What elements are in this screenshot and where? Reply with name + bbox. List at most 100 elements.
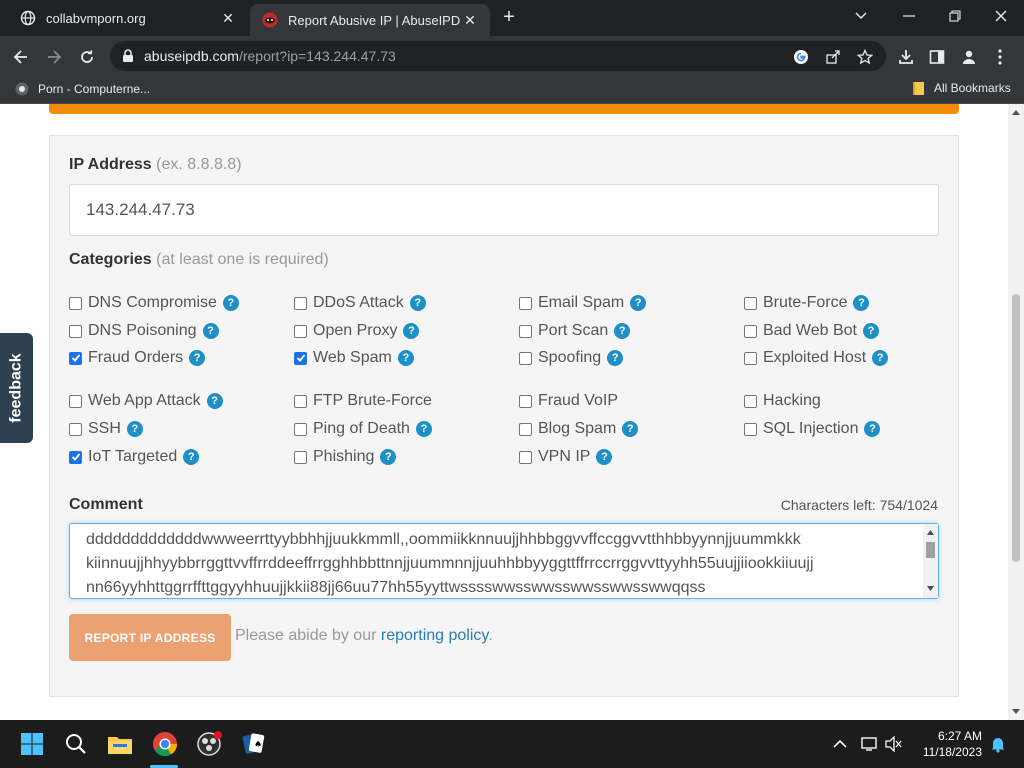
help-icon[interactable]: ? xyxy=(403,323,420,339)
checkbox[interactable] xyxy=(744,394,757,408)
volume-muted-icon[interactable] xyxy=(880,730,908,758)
help-icon[interactable]: ? xyxy=(864,421,881,437)
chevron-up-icon[interactable] xyxy=(826,730,854,758)
help-icon[interactable]: ? xyxy=(596,449,613,465)
category-option[interactable]: FTP Brute-Force xyxy=(294,392,432,410)
checkbox[interactable] xyxy=(519,394,532,408)
checkbox[interactable] xyxy=(69,422,82,436)
help-icon[interactable]: ? xyxy=(872,350,889,366)
bookmark-item[interactable]: Porn - Computerne... xyxy=(14,81,150,97)
checkbox[interactable] xyxy=(69,296,82,310)
menu-dots-icon[interactable] xyxy=(989,46,1011,68)
reporting-policy-link[interactable]: reporting policy xyxy=(381,627,488,644)
page-scrollbar[interactable] xyxy=(1008,104,1024,720)
new-tab-icon[interactable]: + xyxy=(498,7,520,29)
back-icon[interactable] xyxy=(8,44,34,70)
feedback-tab[interactable]: feedback xyxy=(0,333,33,443)
category-option[interactable]: Bad Web Bot? xyxy=(744,322,879,340)
category-option[interactable]: Exploited Host? xyxy=(744,349,889,367)
help-icon[interactable]: ? xyxy=(202,323,219,339)
help-icon[interactable]: ? xyxy=(607,350,624,366)
checkbox[interactable] xyxy=(294,324,307,338)
help-icon[interactable]: ? xyxy=(614,323,631,339)
help-icon[interactable]: ? xyxy=(189,350,206,366)
checkbox[interactable] xyxy=(744,351,757,365)
forward-icon[interactable] xyxy=(41,44,67,70)
category-option[interactable]: SSH? xyxy=(69,420,143,438)
help-icon[interactable]: ? xyxy=(862,323,879,339)
category-option[interactable]: DDoS Attack? xyxy=(294,294,426,312)
checkbox[interactable] xyxy=(519,422,532,436)
category-option[interactable]: Open Proxy? xyxy=(294,322,420,340)
checkbox[interactable] xyxy=(519,351,532,365)
checkbox[interactable] xyxy=(519,450,532,464)
category-option[interactable]: Fraud VoIP xyxy=(519,392,618,410)
taskbar-clock[interactable]: 6:27 AM 11/18/2023 xyxy=(923,728,982,760)
category-option[interactable]: IoT Targeted? xyxy=(69,448,200,466)
checkbox[interactable] xyxy=(69,394,82,408)
category-option[interactable]: SQL Injection? xyxy=(744,420,881,438)
reload-icon[interactable] xyxy=(74,44,100,70)
category-option[interactable]: Web Spam? xyxy=(294,349,414,367)
checkbox[interactable] xyxy=(294,450,307,464)
checkbox-checked[interactable] xyxy=(294,351,307,365)
download-icon[interactable] xyxy=(895,46,917,68)
all-bookmarks-button[interactable]: All Bookmarks xyxy=(912,81,1011,95)
help-icon[interactable]: ? xyxy=(853,295,870,311)
category-option[interactable]: Ping of Death? xyxy=(294,420,432,438)
file-explorer-icon[interactable] xyxy=(106,730,134,758)
restore-icon[interactable] xyxy=(932,0,978,32)
help-icon[interactable]: ? xyxy=(415,421,432,437)
category-option[interactable]: DNS Poisoning? xyxy=(69,322,219,340)
page-scrollbar-thumb[interactable] xyxy=(1012,294,1020,562)
help-icon[interactable]: ? xyxy=(630,295,647,311)
checkbox[interactable] xyxy=(744,422,757,436)
address-bar[interactable]: abuseipdb.com/report?ip=143.244.47.73 xyxy=(110,41,886,71)
tab-collabvm[interactable]: collabvmporn.org ✕ xyxy=(8,0,248,36)
report-ip-button[interactable]: REPORT IP ADDRESS xyxy=(69,614,231,661)
close-window-icon[interactable] xyxy=(978,0,1024,32)
side-panel-icon[interactable] xyxy=(926,46,948,68)
category-option[interactable]: Web App Attack? xyxy=(69,392,223,410)
checkbox[interactable] xyxy=(294,296,307,310)
help-icon[interactable]: ? xyxy=(222,295,239,311)
help-icon[interactable]: ? xyxy=(622,421,639,437)
tab-search-icon[interactable] xyxy=(838,0,884,32)
obs-icon[interactable] xyxy=(195,730,223,758)
comment-scrollbar[interactable] xyxy=(923,524,938,598)
category-option[interactable]: Fraud Orders? xyxy=(69,349,206,367)
lock-icon[interactable] xyxy=(122,49,134,63)
chrome-icon[interactable] xyxy=(151,730,179,758)
close-tab-icon[interactable]: ✕ xyxy=(218,8,238,28)
category-option[interactable]: Spoofing? xyxy=(519,349,624,367)
help-icon[interactable]: ? xyxy=(126,421,143,437)
checkbox[interactable] xyxy=(294,422,307,436)
checkbox-checked[interactable] xyxy=(69,351,82,365)
minimize-icon[interactable] xyxy=(886,0,932,32)
checkbox[interactable] xyxy=(519,296,532,310)
bookmark-star-icon[interactable] xyxy=(856,48,874,66)
category-option[interactable]: Phishing? xyxy=(294,448,397,466)
category-option[interactable]: DNS Compromise? xyxy=(69,294,239,312)
category-option[interactable]: Email Spam? xyxy=(519,294,647,312)
checkbox[interactable] xyxy=(519,324,532,338)
search-icon[interactable] xyxy=(62,730,90,758)
category-option[interactable]: Hacking xyxy=(744,392,821,410)
checkbox[interactable] xyxy=(294,394,307,408)
close-tab-icon[interactable]: ✕ xyxy=(460,10,480,30)
google-icon[interactable] xyxy=(792,48,810,66)
checkbox-checked[interactable] xyxy=(69,450,82,464)
share-icon[interactable] xyxy=(824,48,842,66)
help-icon[interactable]: ? xyxy=(183,449,200,465)
category-option[interactable]: Blog Spam? xyxy=(519,420,639,438)
help-icon[interactable]: ? xyxy=(409,295,426,311)
ip-address-input[interactable]: 143.244.47.73 xyxy=(69,184,939,236)
comment-textarea[interactable]: dddddddddddddwwweerrttyybbhhjjuukkmmll,,… xyxy=(69,523,939,599)
solitaire-icon[interactable]: ♠ xyxy=(240,730,268,758)
help-icon[interactable]: ? xyxy=(380,449,397,465)
help-icon[interactable]: ? xyxy=(397,350,414,366)
category-option[interactable]: Brute-Force? xyxy=(744,294,870,312)
tab-abuseipdb[interactable]: Report Abusive IP | AbuseIPDB ✕ xyxy=(250,4,490,36)
category-option[interactable]: Port Scan? xyxy=(519,322,631,340)
category-option[interactable]: VPN IP? xyxy=(519,448,613,466)
